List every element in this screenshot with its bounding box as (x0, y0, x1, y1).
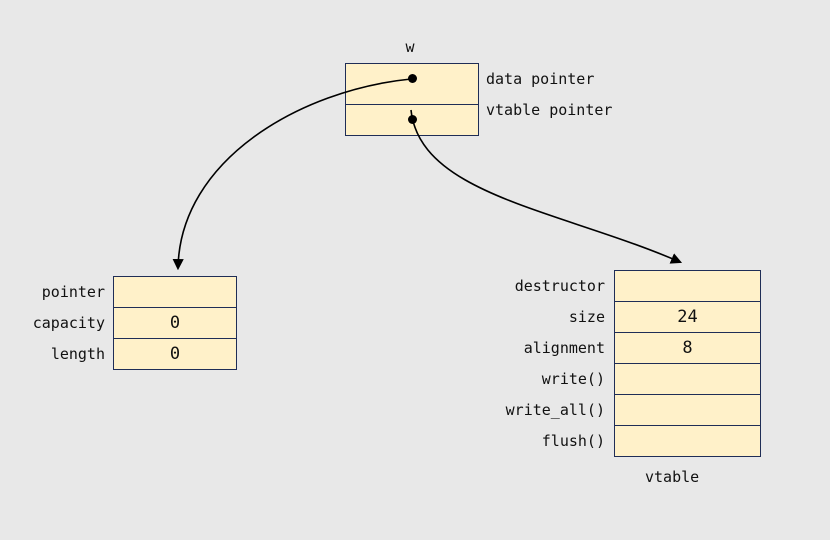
w-label-data-pointer: data pointer (486, 70, 594, 88)
w-row-data-pointer (346, 74, 478, 104)
vtable-label-write: write() (505, 370, 605, 388)
vtable-label-flush: flush() (505, 432, 605, 450)
data-row-capacity: 0 (114, 307, 236, 338)
data-label-capacity: capacity (20, 314, 105, 332)
vtable-row-write-all (615, 394, 760, 425)
data-label-length: length (20, 345, 105, 363)
vtable-label-write-all: write_all() (505, 401, 605, 419)
vtable-row-alignment: 8 (615, 332, 760, 363)
data-row-length: 0 (114, 338, 236, 369)
w-label-vtable-pointer: vtable pointer (486, 101, 612, 119)
diagram-stage: w data pointer vtable pointer 0 0 pointe… (0, 0, 830, 540)
vtable-caption: vtable (645, 468, 699, 486)
w-title: w (400, 38, 420, 56)
vtable-label-alignment: alignment (505, 339, 605, 357)
vtable-row-destructor (615, 271, 760, 301)
data-row-pointer (114, 277, 236, 307)
vtable-box: 24 8 (614, 270, 761, 457)
dot-icon (408, 115, 417, 124)
w-row-vtable-pointer (346, 104, 478, 135)
dot-icon (408, 74, 417, 83)
vtable-label-destructor: destructor (505, 277, 605, 295)
vtable-row-write (615, 363, 760, 394)
w-box (345, 63, 479, 136)
vtable-row-flush (615, 425, 760, 456)
data-label-pointer: pointer (20, 283, 105, 301)
vtable-label-size: size (505, 308, 605, 326)
data-box: 0 0 (113, 276, 237, 370)
vtable-row-size: 24 (615, 301, 760, 332)
